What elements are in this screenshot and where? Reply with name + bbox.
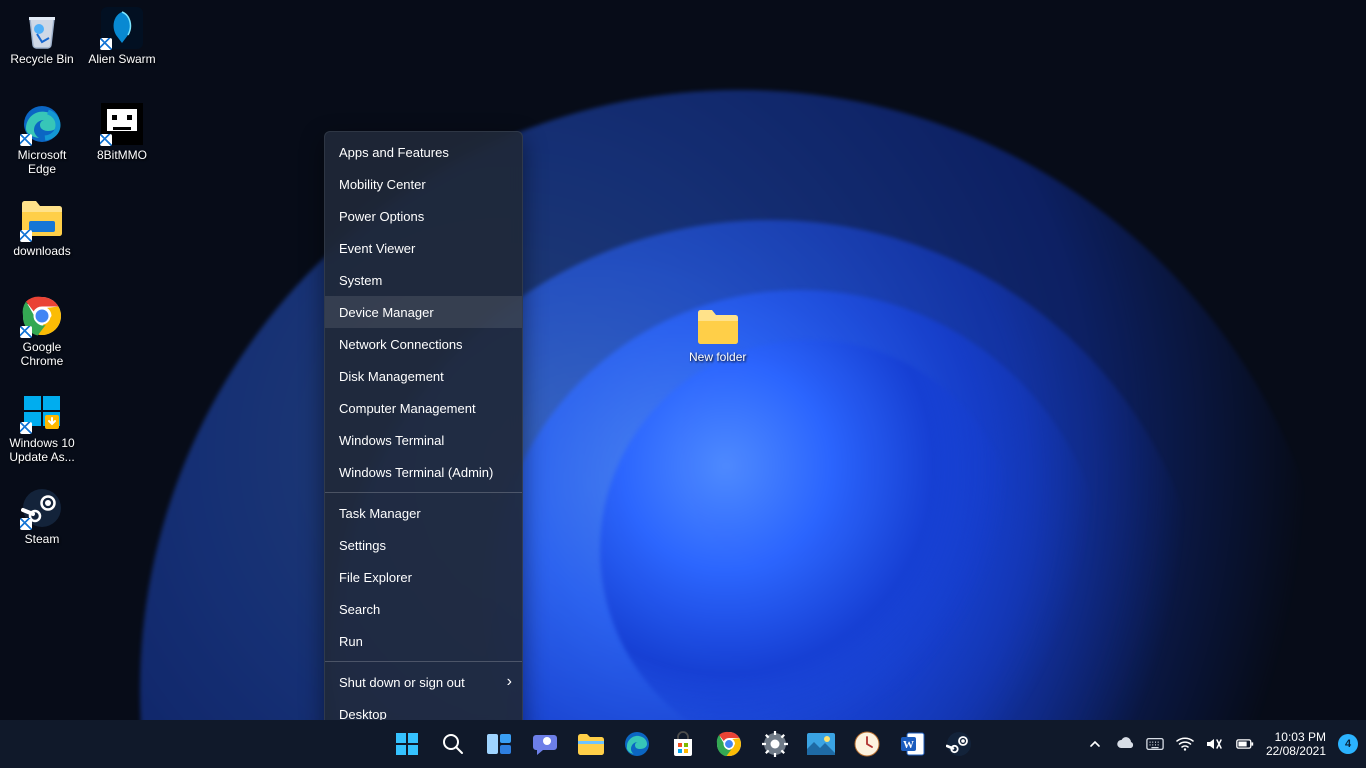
power-menu-item-file-explorer[interactable]: File Explorer — [325, 561, 522, 593]
desktop-icon-8bitmmo[interactable]: 8BitMMO — [84, 100, 160, 194]
clock-date: 22/08/2021 — [1266, 744, 1326, 758]
edge-icon — [20, 102, 64, 146]
store-button[interactable] — [663, 724, 703, 764]
taskbar-center: W — [387, 720, 979, 768]
power-menu-item-computer-management[interactable]: Computer Management — [325, 392, 522, 424]
power-menu-item-power-options[interactable]: Power Options — [325, 200, 522, 232]
desktop-icon-label: downloads — [13, 244, 70, 258]
menu-separator — [325, 492, 522, 493]
file-explorer-button[interactable] — [571, 724, 611, 764]
wifi-icon[interactable] — [1176, 735, 1194, 753]
folder-icon — [20, 198, 64, 242]
notification-count: 4 — [1345, 738, 1351, 750]
windows-update-icon — [20, 390, 64, 434]
power-menu-item-windows-terminal[interactable]: Windows Terminal — [325, 424, 522, 456]
volume-icon[interactable] — [1206, 735, 1224, 753]
taskbar: W 10:03 PM 22/08/2021 4 — [0, 720, 1366, 768]
chat-button[interactable] — [525, 724, 565, 764]
onedrive-icon[interactable] — [1116, 735, 1134, 753]
clock-app-button[interactable] — [847, 724, 887, 764]
wallpaper — [0, 0, 1366, 768]
power-menu-item-apps-and-features[interactable]: Apps and Features — [325, 136, 522, 168]
desktop-icon-grid: Recycle Bin Alien Swarm Microsoft Edge 8… — [4, 4, 160, 576]
taskbar-clock[interactable]: 10:03 PM 22/08/2021 — [1266, 730, 1326, 758]
folder-icon — [696, 310, 740, 348]
power-menu-item-device-manager[interactable]: Device Manager — [325, 296, 522, 328]
power-menu-item-windows-terminal-admin[interactable]: Windows Terminal (Admin) — [325, 456, 522, 488]
power-menu-item-task-manager[interactable]: Task Manager — [325, 497, 522, 529]
steam-icon — [20, 486, 64, 530]
desktop-icon-new-folder[interactable]: New folder — [689, 310, 746, 364]
task-view-button[interactable] — [479, 724, 519, 764]
tray-overflow-button[interactable] — [1086, 735, 1104, 753]
desktop-icon-win10-update[interactable]: Windows 10 Update As... — [4, 388, 80, 482]
start-button[interactable] — [387, 724, 427, 764]
desktop-icon-label: New folder — [689, 350, 746, 364]
desktop-icon-label: Google Chrome — [21, 340, 64, 368]
desktop-icon-recycle-bin[interactable]: Recycle Bin — [4, 4, 80, 98]
power-menu-item-network-connections[interactable]: Network Connections — [325, 328, 522, 360]
desktop-icon-label: Windows 10 Update As... — [9, 436, 74, 464]
power-menu-item-settings[interactable]: Settings — [325, 529, 522, 561]
desktop-icon-google-chrome[interactable]: Google Chrome — [4, 292, 80, 386]
keyboard-icon[interactable] — [1146, 735, 1164, 753]
desktop-icon-label: Microsoft Edge — [18, 148, 67, 176]
desktop-icon-downloads[interactable]: downloads — [4, 196, 80, 290]
power-menu-item-disk-management[interactable]: Disk Management — [325, 360, 522, 392]
desktop-icon-label: Alien Swarm — [88, 52, 155, 66]
power-menu-item-system[interactable]: System — [325, 264, 522, 296]
word-button[interactable]: W — [893, 724, 933, 764]
8bitmmo-icon — [100, 102, 144, 146]
taskbar-right: 10:03 PM 22/08/2021 4 — [1086, 720, 1366, 768]
desktop-icon-label: Steam — [25, 532, 60, 546]
steam-button[interactable] — [939, 724, 979, 764]
power-menu-item-run[interactable]: Run — [325, 625, 522, 657]
settings-button[interactable] — [755, 724, 795, 764]
edge-button[interactable] — [617, 724, 657, 764]
power-menu-item-event-viewer[interactable]: Event Viewer — [325, 232, 522, 264]
clock-time: 10:03 PM — [1275, 730, 1326, 744]
battery-icon[interactable] — [1236, 735, 1254, 753]
desktop-icon-label: 8BitMMO — [97, 148, 147, 162]
menu-separator — [325, 661, 522, 662]
power-user-menu: Apps and FeaturesMobility CenterPower Op… — [324, 131, 523, 735]
desktop-icon-alien-swarm[interactable]: Alien Swarm — [84, 4, 160, 98]
desktop-icon-label: Recycle Bin — [10, 52, 73, 66]
search-button[interactable] — [433, 724, 473, 764]
power-menu-item-search[interactable]: Search — [325, 593, 522, 625]
photos-button[interactable] — [801, 724, 841, 764]
recycle-bin-icon — [20, 6, 64, 50]
chrome-button[interactable] — [709, 724, 749, 764]
desktop-icon-steam[interactable]: Steam — [4, 484, 80, 578]
alien-swarm-icon — [100, 6, 144, 50]
desktop-icon-microsoft-edge[interactable]: Microsoft Edge — [4, 100, 80, 194]
power-menu-item-shut-down-or-sign-out[interactable]: Shut down or sign out — [325, 666, 522, 698]
notification-badge[interactable]: 4 — [1338, 734, 1358, 754]
power-menu-item-mobility-center[interactable]: Mobility Center — [325, 168, 522, 200]
chrome-icon — [20, 294, 64, 338]
svg-text:W: W — [903, 739, 914, 751]
